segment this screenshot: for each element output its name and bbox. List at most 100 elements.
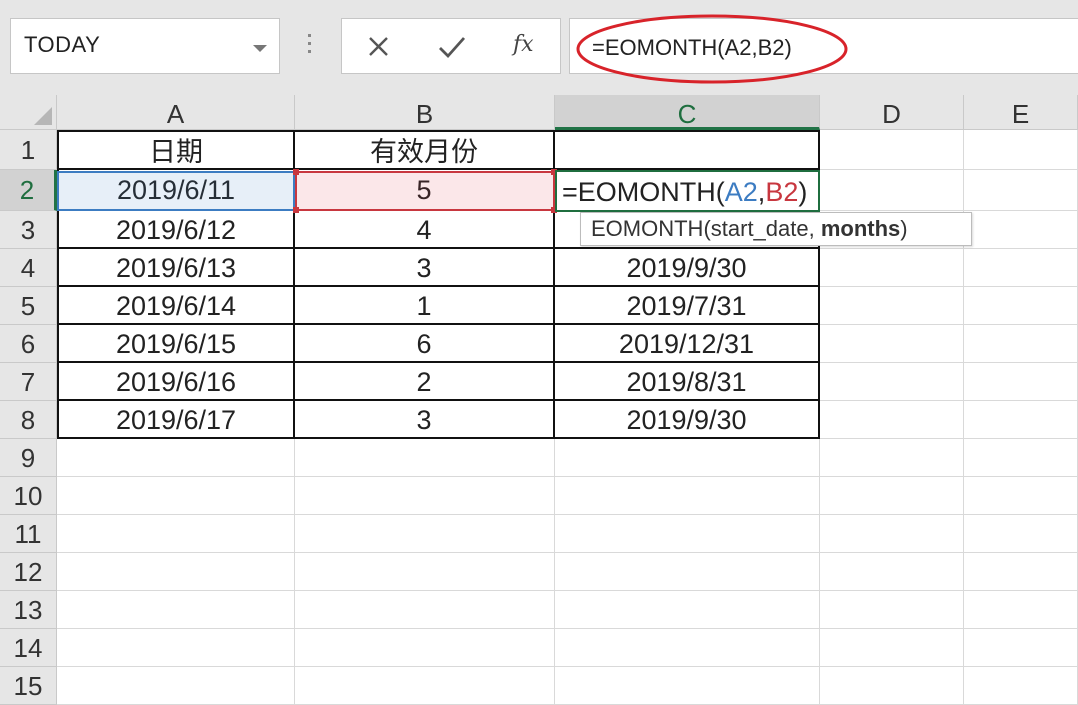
row-header-13[interactable]: 13: [0, 591, 57, 629]
row-header-14[interactable]: 14: [0, 629, 57, 667]
cell-d9[interactable]: [820, 439, 964, 477]
row-header-2[interactable]: 2: [0, 170, 57, 211]
cell-a11[interactable]: [57, 515, 295, 553]
row-header-9[interactable]: 9: [0, 439, 57, 477]
row-header-11[interactable]: 11: [0, 515, 57, 553]
cell-d14[interactable]: [820, 629, 964, 667]
cell-a3[interactable]: 2019/6/12: [57, 211, 295, 249]
cell-e13[interactable]: [964, 591, 1078, 629]
cell-c15[interactable]: [555, 667, 820, 705]
select-all-corner[interactable]: [0, 95, 57, 130]
cell-d6[interactable]: [820, 325, 964, 363]
name-box[interactable]: TODAY: [10, 18, 280, 74]
cell-b12[interactable]: [295, 553, 555, 591]
cell-b8[interactable]: 3: [295, 401, 555, 439]
cell-d4[interactable]: [820, 249, 964, 287]
cell-a4[interactable]: 2019/6/13: [57, 249, 295, 287]
cell-e15[interactable]: [964, 667, 1078, 705]
cell-e5[interactable]: [964, 287, 1078, 325]
cell-d12[interactable]: [820, 553, 964, 591]
cell-b15[interactable]: [295, 667, 555, 705]
cell-d2[interactable]: [820, 170, 964, 211]
row-header-1[interactable]: 1: [0, 130, 57, 170]
cell-b4[interactable]: 3: [295, 249, 555, 287]
cell-d7[interactable]: [820, 363, 964, 401]
cell-e11[interactable]: [964, 515, 1078, 553]
column-header-d[interactable]: D: [820, 95, 964, 130]
cell-c6[interactable]: 2019/12/31: [555, 325, 820, 363]
cell-c12[interactable]: [555, 553, 820, 591]
cell-a9[interactable]: [57, 439, 295, 477]
cell-c10[interactable]: [555, 477, 820, 515]
formula-toolbar: TODAY fx =EOMONTH(A2,B2): [0, 0, 1078, 95]
column-header-a[interactable]: A: [57, 95, 295, 130]
cell-e8[interactable]: [964, 401, 1078, 439]
cell-e12[interactable]: [964, 553, 1078, 591]
cancel-button[interactable]: [354, 27, 404, 67]
row-header-12[interactable]: 12: [0, 553, 57, 591]
row-header-8[interactable]: 8: [0, 401, 57, 439]
cell-e2[interactable]: [964, 170, 1078, 211]
cell-a1[interactable]: 日期: [57, 130, 295, 170]
cell-d11[interactable]: [820, 515, 964, 553]
cell-c4[interactable]: 2019/9/30: [555, 249, 820, 287]
cell-b11[interactable]: [295, 515, 555, 553]
cell-c7[interactable]: 2019/8/31: [555, 363, 820, 401]
cell-a10[interactable]: [57, 477, 295, 515]
row-header-3[interactable]: 3: [0, 211, 57, 249]
cell-b6[interactable]: 6: [295, 325, 555, 363]
cell-c5[interactable]: 2019/7/31: [555, 287, 820, 325]
cell-e9[interactable]: [964, 439, 1078, 477]
chevron-down-icon[interactable]: [253, 45, 267, 52]
row-header-7[interactable]: 7: [0, 363, 57, 401]
row-header-6[interactable]: 6: [0, 325, 57, 363]
cell-a15[interactable]: [57, 667, 295, 705]
cell-c1[interactable]: [555, 130, 820, 170]
cell-a8[interactable]: 2019/6/17: [57, 401, 295, 439]
cell-a14[interactable]: [57, 629, 295, 667]
cell-e14[interactable]: [964, 629, 1078, 667]
cell-d1[interactable]: [820, 130, 964, 170]
cell-b14[interactable]: [295, 629, 555, 667]
insert-function-button[interactable]: fx: [502, 27, 552, 67]
cell-b5[interactable]: 1: [295, 287, 555, 325]
cell-b13[interactable]: [295, 591, 555, 629]
cell-e7[interactable]: [964, 363, 1078, 401]
cell-b1[interactable]: 有效月份: [295, 130, 555, 170]
cell-b7[interactable]: 2: [295, 363, 555, 401]
cell-e3[interactable]: [964, 211, 1078, 249]
cell-b3[interactable]: 4: [295, 211, 555, 249]
cell-c11[interactable]: [555, 515, 820, 553]
cell-d10[interactable]: [820, 477, 964, 515]
enter-button[interactable]: [427, 27, 477, 67]
tooltip-argument-months[interactable]: months: [821, 216, 900, 241]
active-cell-editor[interactable]: =EOMONTH(A2,B2): [555, 170, 820, 212]
column-header-c[interactable]: C: [555, 95, 820, 130]
cell-d13[interactable]: [820, 591, 964, 629]
cell-c13[interactable]: [555, 591, 820, 629]
cell-a13[interactable]: [57, 591, 295, 629]
cell-d5[interactable]: [820, 287, 964, 325]
row-header-5[interactable]: 5: [0, 287, 57, 325]
cell-c8[interactable]: 2019/9/30: [555, 401, 820, 439]
cell-a5[interactable]: 2019/6/14: [57, 287, 295, 325]
cell-e4[interactable]: [964, 249, 1078, 287]
cell-e6[interactable]: [964, 325, 1078, 363]
cell-c9[interactable]: [555, 439, 820, 477]
cell-b9[interactable]: [295, 439, 555, 477]
column-header-e[interactable]: E: [964, 95, 1078, 130]
cell-e1[interactable]: [964, 130, 1078, 170]
row-header-4[interactable]: 4: [0, 249, 57, 287]
cell-a7[interactable]: 2019/6/16: [57, 363, 295, 401]
column-header-b[interactable]: B: [295, 95, 555, 130]
row-header-15[interactable]: 15: [0, 667, 57, 705]
cell-a12[interactable]: [57, 553, 295, 591]
cell-d15[interactable]: [820, 667, 964, 705]
cell-c14[interactable]: [555, 629, 820, 667]
cell-e10[interactable]: [964, 477, 1078, 515]
cell-d8[interactable]: [820, 401, 964, 439]
row-header-10[interactable]: 10: [0, 477, 57, 515]
cell-b10[interactable]: [295, 477, 555, 515]
grip-dots-icon[interactable]: [307, 34, 313, 58]
cell-a6[interactable]: 2019/6/15: [57, 325, 295, 363]
